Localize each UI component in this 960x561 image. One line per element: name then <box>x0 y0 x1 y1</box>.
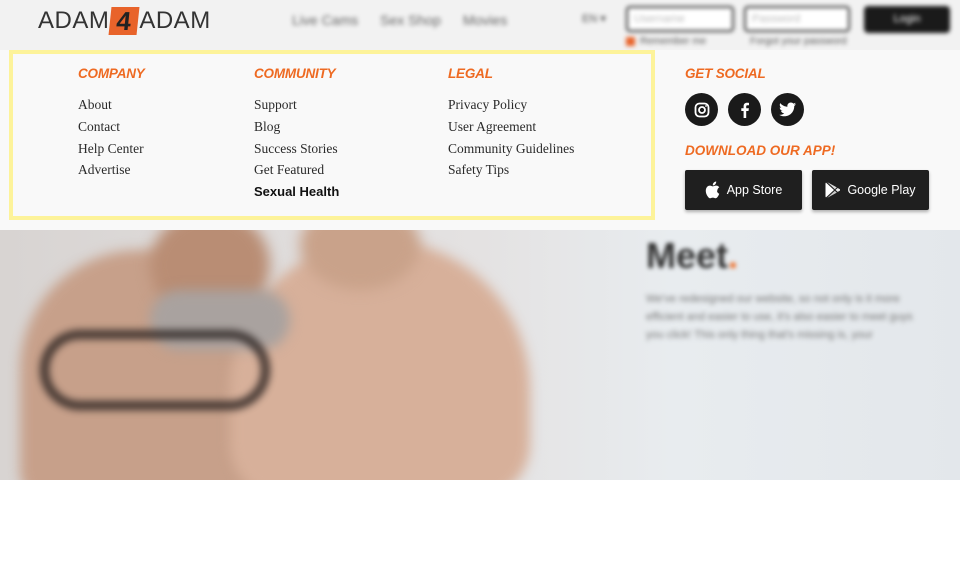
chevron-down-icon: ▾ <box>600 13 606 25</box>
site-header: ADAM 4 ADAM Live Cams Sex Shop Movies EN… <box>0 0 960 50</box>
apple-icon <box>705 181 720 199</box>
password-input[interactable]: Password <box>744 6 850 32</box>
remember-me-checkbox[interactable]: Remember me <box>626 36 706 47</box>
app-store-label: App Store <box>726 183 783 197</box>
nav-live-cams[interactable]: Live Cams <box>292 12 358 28</box>
logo-number: 4 <box>108 6 140 36</box>
link-safety-tips[interactable]: Safety Tips <box>448 159 574 181</box>
link-blog[interactable]: Blog <box>254 116 339 138</box>
remember-me-label: Remember me <box>640 36 707 47</box>
nav-sex-shop[interactable]: Sex Shop <box>380 12 441 28</box>
link-privacy-policy[interactable]: Privacy Policy <box>448 94 574 116</box>
company-title: COMPANY <box>78 66 145 81</box>
google-play-label: Google Play <box>847 183 916 197</box>
hero-section: Meet. We've redesigned our website, so n… <box>0 230 960 480</box>
hero-photo-harness <box>40 330 270 410</box>
community-column: COMMUNITY Support Blog Success Stories G… <box>254 66 339 203</box>
site-logo[interactable]: ADAM 4 ADAM <box>38 6 211 36</box>
hero-heading: Meet. <box>646 235 738 277</box>
legal-column: LEGAL Privacy Policy User Agreement Comm… <box>448 66 574 181</box>
google-play-button[interactable]: Google Play <box>812 170 929 210</box>
link-user-agreement[interactable]: User Agreement <box>448 116 574 138</box>
link-help-center[interactable]: Help Center <box>78 138 145 160</box>
facebook-icon <box>740 102 749 118</box>
social-links <box>685 93 804 126</box>
app-store-button[interactable]: App Store <box>685 170 802 210</box>
login-button[interactable]: Login <box>864 6 950 33</box>
main-nav: Live Cams Sex Shop Movies <box>292 12 507 28</box>
twitter-link[interactable] <box>771 93 804 126</box>
link-get-featured[interactable]: Get Featured <box>254 159 339 181</box>
instagram-icon <box>694 102 709 117</box>
logo-text-right: ADAM <box>139 7 211 34</box>
community-title: COMMUNITY <box>254 66 336 81</box>
hero-heading-text: Meet <box>646 235 729 276</box>
forgot-password-link[interactable]: Forgot your password <box>750 36 847 47</box>
twitter-icon <box>779 102 796 117</box>
username-placeholder: Username <box>634 13 685 25</box>
hero-heading-dot: . <box>728 235 739 276</box>
language-select[interactable]: EN ▾ <box>582 12 606 25</box>
checkbox-icon <box>626 37 635 46</box>
hero-description: We've redesigned our website, so not onl… <box>646 293 913 341</box>
social-title: GET SOCIAL <box>685 66 766 81</box>
link-community-guidelines[interactable]: Community Guidelines <box>448 138 574 160</box>
instagram-link[interactable] <box>685 93 718 126</box>
link-success-stories[interactable]: Success Stories <box>254 138 339 160</box>
download-app-title: DOWNLOAD OUR APP! <box>685 143 836 158</box>
link-about[interactable]: About <box>78 94 145 116</box>
username-input[interactable]: Username <box>626 6 734 32</box>
page-root: ADAM 4 ADAM Live Cams Sex Shop Movies EN… <box>0 0 960 561</box>
language-label: EN <box>582 13 598 25</box>
legal-title: LEGAL <box>448 66 493 81</box>
nav-movies[interactable]: Movies <box>463 12 507 28</box>
link-sexual-health[interactable]: Sexual Health <box>254 181 339 203</box>
password-placeholder: Password <box>752 13 801 25</box>
google-play-icon <box>825 182 841 198</box>
logo-text-left: ADAM <box>38 7 110 34</box>
company-column: COMPANY About Contact Help Center Advert… <box>78 66 145 181</box>
link-support[interactable]: Support <box>254 94 339 116</box>
facebook-link[interactable] <box>728 93 761 126</box>
link-contact[interactable]: Contact <box>78 116 145 138</box>
social-column: GET SOCIAL <box>685 66 766 94</box>
link-advertise[interactable]: Advertise <box>78 159 145 181</box>
